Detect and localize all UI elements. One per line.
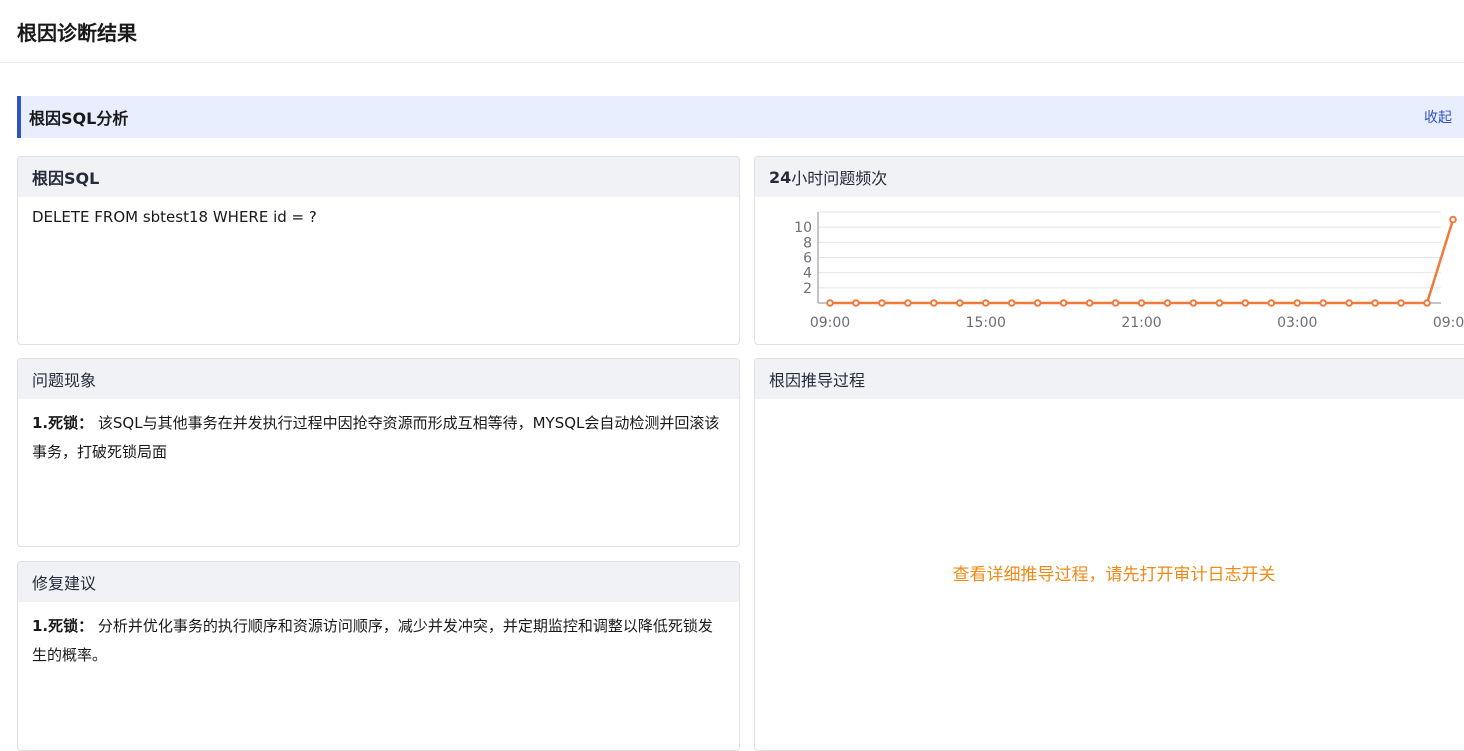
data-point — [1111, 299, 1120, 307]
derive-hint[interactable]: 查看详细推导过程，请先打开审计日志开关 — [953, 561, 1276, 590]
data-point — [1189, 299, 1198, 307]
data-point — [826, 299, 834, 307]
fix-tag: 1.死锁： — [32, 617, 94, 635]
frequency-chart: 246810 09:00 15:00 21:00 03:00 09:00 — [755, 197, 1464, 344]
y-tick-label: 2 — [803, 281, 812, 297]
data-point — [1371, 299, 1379, 307]
section-bar: 根因SQL分析 收起 — [17, 96, 1464, 138]
data-point — [904, 299, 912, 307]
data-point — [1137, 299, 1146, 307]
data-point — [1345, 299, 1353, 307]
frequency-title-rest: 小时问题频次 — [791, 169, 888, 188]
frequency-card: 24小时问题频次 24681009:0015:0021:0003:0009:00 — [754, 156, 1464, 345]
data-point — [1241, 299, 1250, 307]
symptom-card-title: 问题现象 — [32, 371, 97, 390]
series-line — [830, 219, 1455, 305]
derive-card: 根因推导过程 查看详细推导过程，请先打开审计日志开关 — [754, 358, 1464, 751]
fix-body: 1.死锁： 分析并优化事务的执行顺序和资源访问顺序，减少并发冲突，并定期监控和调… — [18, 602, 739, 680]
collapse-link[interactable]: 收起 — [1424, 107, 1452, 127]
fix-card: 修复建议 1.死锁： 分析并优化事务的执行顺序和资源访问顺序，减少并发冲突，并定… — [17, 561, 740, 751]
y-tick-label: 8 — [803, 235, 812, 251]
data-point — [955, 299, 964, 307]
data-point — [852, 299, 860, 307]
data-point — [1215, 299, 1224, 307]
x-tick-label: 15:00 — [966, 315, 1006, 331]
fix-card-header: 修复建议 — [18, 562, 739, 602]
page-header: 根因诊断结果 — [0, 0, 1464, 63]
data-point — [1085, 299, 1094, 307]
derive-card-title: 根因推导过程 — [769, 371, 866, 390]
symptom-card: 问题现象 1.死锁： 该SQL与其他事务在并发执行过程中因抢夺资源而形成互相等待… — [17, 358, 740, 547]
data-point — [1059, 299, 1068, 307]
y-tick-label: 6 — [803, 251, 812, 267]
data-point — [1449, 215, 1457, 224]
root-sql-text: DELETE FROM sbtest18 WHERE id = ? — [32, 208, 317, 226]
symptom-card-header: 问题现象 — [18, 359, 739, 399]
fix-text: 分析并优化事务的执行顺序和资源访问顺序，减少并发冲突，并定期监控和调整以降低死锁… — [32, 617, 713, 664]
data-point — [1293, 299, 1302, 307]
data-point — [1033, 299, 1042, 307]
data-point — [1007, 299, 1016, 307]
frequency-card-header: 24 小时问题频次 — [755, 157, 1464, 197]
symptom-text: 该SQL与其他事务在并发执行过程中因抢夺资源而形成互相等待，MYSQL会自动检测… — [32, 414, 720, 461]
data-point — [878, 299, 886, 307]
symptom-body: 1.死锁： 该SQL与其他事务在并发执行过程中因抢夺资源而形成互相等待，MYSQ… — [18, 399, 739, 477]
x-tick-label: 09:00 — [1433, 315, 1464, 331]
derive-card-header: 根因推导过程 — [755, 359, 1464, 399]
x-tick-label: 03:00 — [1277, 315, 1317, 331]
section-title: 根因SQL分析 — [29, 109, 129, 128]
data-point — [1397, 299, 1405, 307]
fix-card-title: 修复建议 — [32, 574, 97, 593]
data-point — [1267, 299, 1276, 307]
y-tick-label: 10 — [794, 220, 812, 236]
data-point — [1163, 299, 1172, 307]
page-title: 根因诊断结果 — [17, 20, 137, 45]
symptom-tag: 1.死锁： — [32, 414, 94, 432]
data-point — [981, 299, 990, 307]
x-tick-label: 09:00 — [810, 315, 850, 331]
root-sql-card-title: 根因SQL — [32, 169, 100, 188]
derive-body: 查看详细推导过程，请先打开审计日志开关 — [755, 399, 1464, 750]
data-point — [1319, 299, 1328, 307]
y-tick-label: 4 — [803, 266, 812, 282]
frequency-title-bold: 24 — [769, 167, 792, 187]
root-sql-card: 根因SQL DELETE FROM sbtest18 WHERE id = ? — [17, 156, 740, 345]
data-point — [930, 299, 938, 307]
x-tick-label: 21:00 — [1121, 315, 1161, 331]
frequency-chart-svg: 246810 09:00 15:00 21:00 03:00 09:00 — [794, 211, 1464, 331]
data-point — [1423, 299, 1431, 307]
root-sql-card-header: 根因SQL — [18, 157, 739, 197]
